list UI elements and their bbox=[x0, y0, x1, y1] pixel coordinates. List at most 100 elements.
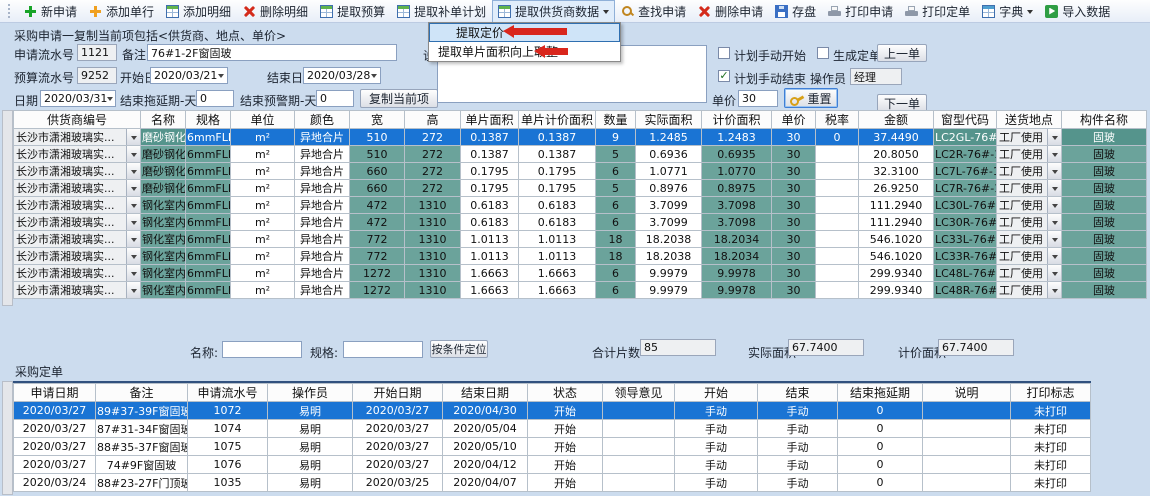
start-date-picker[interactable]: 2020/03/21 bbox=[150, 67, 228, 84]
toolbar-button-find-request[interactable]: 查找申请 bbox=[615, 0, 692, 23]
cell-piece_area: 1.0113 bbox=[461, 248, 519, 265]
column-header-status: 状态 bbox=[528, 384, 603, 402]
operator-field[interactable]: 经理 bbox=[850, 68, 902, 85]
combo-dropdown-button[interactable] bbox=[126, 231, 140, 247]
cell-supplier[interactable]: 长沙市潇湘玻璃实... bbox=[14, 163, 141, 180]
toolbar-button-extract-vendor-data[interactable]: 提取供货商数据 bbox=[492, 0, 615, 23]
combo-dropdown-button[interactable] bbox=[1047, 265, 1061, 281]
date-picker[interactable]: 2020/03/31 bbox=[40, 90, 116, 107]
end-delay-input[interactable]: 0 bbox=[196, 90, 234, 107]
combo-dropdown-button[interactable] bbox=[126, 265, 140, 281]
combo-dropdown-button[interactable] bbox=[1047, 146, 1061, 162]
detail-row[interactable]: 长沙市潇湘玻璃实...钢化室内...6mmFLE...m²异地合片1272131… bbox=[14, 265, 1147, 282]
combo-dropdown-button[interactable] bbox=[1047, 282, 1061, 298]
combo-dropdown-button[interactable] bbox=[1047, 129, 1061, 145]
cell-delivery_location[interactable]: 工厂使用 bbox=[997, 146, 1062, 163]
combo-dropdown-button[interactable] bbox=[126, 248, 140, 264]
manual-start-checkbox[interactable] bbox=[718, 47, 730, 59]
chevron-down-icon bbox=[1052, 272, 1058, 279]
cell-width: 772 bbox=[350, 248, 405, 265]
toolbar-button-add-detail[interactable]: 添加明细 bbox=[160, 0, 237, 23]
menu-item[interactable]: 提取单片面积向上取整 bbox=[429, 42, 620, 61]
toolbar-button-new-request[interactable]: 新申请 bbox=[18, 0, 83, 23]
order-row[interactable]: 2020/03/2488#23-27F门顶玻1035易明2020/03/2520… bbox=[14, 474, 1091, 492]
cell-supplier[interactable]: 长沙市潇湘玻璃实... bbox=[14, 129, 141, 146]
cell-width: 472 bbox=[350, 197, 405, 214]
detail-row[interactable]: 长沙市潇湘玻璃实...磨砂钢化...6mmFLE...m²异地合片6602720… bbox=[14, 180, 1147, 197]
cell-delivery_location[interactable]: 工厂使用 bbox=[997, 163, 1062, 180]
cell-supplier[interactable]: 长沙市潇湘玻璃实... bbox=[14, 197, 141, 214]
detail-row[interactable]: 长沙市潇湘玻璃实...钢化室内...6mmFLE...m²异地合片7721310… bbox=[14, 248, 1147, 265]
cell-delivery_location[interactable]: 工厂使用 bbox=[997, 265, 1062, 282]
row-selector-gutter bbox=[2, 110, 13, 306]
combo-dropdown-button[interactable] bbox=[1047, 248, 1061, 264]
cell-delivery_location[interactable]: 工厂使用 bbox=[997, 248, 1062, 265]
combo-dropdown-button[interactable] bbox=[1047, 214, 1061, 230]
toolbar-button-delete-request[interactable]: 删除申请 bbox=[692, 0, 769, 23]
combo-dropdown-button[interactable] bbox=[1047, 231, 1061, 247]
combo-dropdown-button[interactable] bbox=[126, 180, 140, 196]
toolbar-button-print-order[interactable]: 打印定单 bbox=[899, 0, 976, 23]
combo-dropdown-button[interactable] bbox=[1047, 180, 1061, 196]
end-warn-input[interactable]: 0 bbox=[316, 90, 354, 107]
combo-dropdown-button[interactable] bbox=[126, 163, 140, 179]
prev-order-button[interactable]: 上一单 bbox=[877, 44, 927, 62]
cell-delivery_location[interactable]: 工厂使用 bbox=[997, 282, 1062, 299]
toolbar-button-dictionary[interactable]: 字典 bbox=[976, 0, 1039, 23]
toolbar-button-label: 删除申请 bbox=[715, 3, 763, 20]
budget-no-field[interactable]: 9252 bbox=[77, 67, 117, 84]
detail-row[interactable]: 长沙市潇湘玻璃实...钢化室内...6mmFLE...m²异地合片4721310… bbox=[14, 197, 1147, 214]
toolbar-button-extract-budget[interactable]: 提取预算 bbox=[314, 0, 391, 23]
combo-dropdown-button[interactable] bbox=[126, 282, 140, 298]
toolbar-button-save[interactable]: 存盘 bbox=[769, 0, 822, 23]
order-row[interactable]: 2020/03/2789#37-39F窗固玻1072易明2020/03/2720… bbox=[14, 402, 1091, 420]
combo-dropdown-button[interactable] bbox=[126, 146, 140, 162]
cell-operator: 易明 bbox=[268, 456, 353, 474]
locate-button[interactable]: 按条件定位 bbox=[430, 340, 488, 358]
manual-end-checkbox[interactable]: ✓ bbox=[718, 70, 730, 82]
end-date-picker[interactable]: 2020/03/28 bbox=[303, 67, 381, 84]
cell-delivery_location[interactable]: 工厂使用 bbox=[997, 129, 1062, 146]
remark-input[interactable]: 76#1-2F窗固玻 bbox=[147, 44, 397, 61]
combo-dropdown-button[interactable] bbox=[126, 214, 140, 230]
detail-row[interactable]: 长沙市潇湘玻璃实...磨砂钢化...6mmFLE...m²异地合片6602720… bbox=[14, 163, 1147, 180]
filter-name-input[interactable] bbox=[222, 341, 302, 358]
cell-supplier[interactable]: 长沙市潇湘玻璃实... bbox=[14, 231, 141, 248]
cell-supplier[interactable]: 长沙市潇湘玻璃实... bbox=[14, 248, 141, 265]
cell-supplier[interactable]: 长沙市潇湘玻璃实... bbox=[14, 282, 141, 299]
toolbar-button-import-data[interactable]: 导入数据 bbox=[1039, 0, 1116, 23]
combo-dropdown-button[interactable] bbox=[1047, 197, 1061, 213]
end-date-value: 2020/03/28 bbox=[307, 69, 370, 82]
toolbar-button-delete-detail[interactable]: 删除明细 bbox=[237, 0, 314, 23]
cell-supplier[interactable]: 长沙市潇湘玻璃实... bbox=[14, 146, 141, 163]
cell-supplier[interactable]: 长沙市潇湘玻璃实... bbox=[14, 265, 141, 282]
filter-spec-input[interactable] bbox=[343, 341, 423, 358]
cell-start_date: 2020/03/27 bbox=[353, 438, 443, 456]
unit-price-input[interactable]: 30 bbox=[738, 90, 778, 107]
detail-row[interactable]: 长沙市潇湘玻璃实...磨砂钢化...6mmFLE...m²异地合片5102720… bbox=[14, 129, 1147, 146]
toolbar-button-print-request[interactable]: 打印申请 bbox=[822, 0, 899, 23]
cell-note bbox=[923, 474, 1011, 492]
cell-delivery_location[interactable]: 工厂使用 bbox=[997, 231, 1062, 248]
cell-delivery_location[interactable]: 工厂使用 bbox=[997, 180, 1062, 197]
cell-supplier[interactable]: 长沙市潇湘玻璃实... bbox=[14, 214, 141, 231]
combo-dropdown-button[interactable] bbox=[126, 129, 140, 145]
combo-dropdown-button[interactable] bbox=[126, 197, 140, 213]
detail-row[interactable]: 长沙市潇湘玻璃实...钢化室内...6mmFLE...m²异地合片4721310… bbox=[14, 214, 1147, 231]
detail-row[interactable]: 长沙市潇湘玻璃实...磨砂钢化...6mmFLE...m²异地合片5102720… bbox=[14, 146, 1147, 163]
gen-order-checkbox[interactable] bbox=[817, 47, 829, 59]
cell-supplier[interactable]: 长沙市潇湘玻璃实... bbox=[14, 180, 141, 197]
request-no-field[interactable]: 1121 bbox=[77, 44, 117, 61]
order-row[interactable]: 2020/03/2774#9F窗固玻1076易明2020/03/272020/0… bbox=[14, 456, 1091, 474]
cell-delivery_location[interactable]: 工厂使用 bbox=[997, 197, 1062, 214]
order-row[interactable]: 2020/03/2787#31-34F窗固玻1074易明2020/03/2720… bbox=[14, 420, 1091, 438]
toolbar-button-add-row[interactable]: 添加单行 bbox=[83, 0, 160, 23]
detail-row[interactable]: 长沙市潇湘玻璃实...钢化室内...6mmFLE...m²异地合片7721310… bbox=[14, 231, 1147, 248]
toolbar-button-extract-supplement-plan[interactable]: 提取补单计划 bbox=[391, 0, 492, 23]
combo-dropdown-button[interactable] bbox=[1047, 163, 1061, 179]
copy-current-button[interactable]: 复制当前项 bbox=[360, 89, 438, 108]
reset-button[interactable]: 重置 bbox=[784, 88, 838, 108]
detail-row[interactable]: 长沙市潇湘玻璃实...钢化室内...6mmFLE...m²异地合片1272131… bbox=[14, 282, 1147, 299]
cell-delivery_location[interactable]: 工厂使用 bbox=[997, 214, 1062, 231]
order-row[interactable]: 2020/03/2788#35-37F窗固玻1075易明2020/03/2720… bbox=[14, 438, 1091, 456]
